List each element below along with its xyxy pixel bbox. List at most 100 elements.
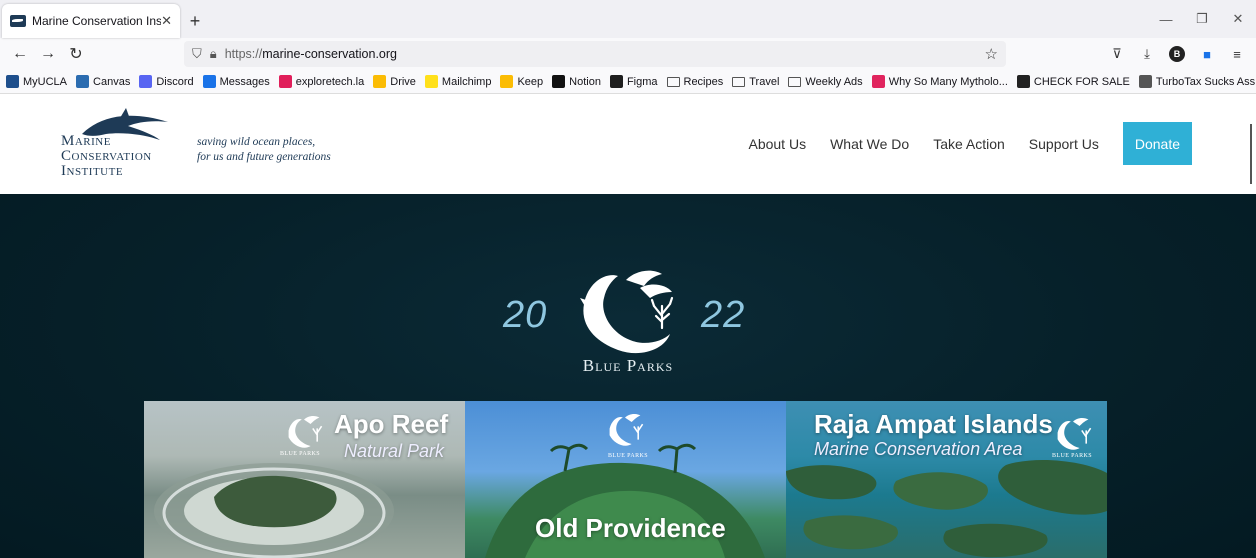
nav-take-action[interactable]: Take Action [933,136,1005,152]
nav-about-us[interactable]: About Us [748,136,806,152]
bookmark-favicon-icon [139,75,153,88]
main-nav: About Us What We Do Take Action Support … [724,122,1192,165]
bookmark-item[interactable]: Messages [202,75,270,88]
card-subtitle-raja-ampat: Marine Conservation Area [814,439,1023,459]
bookmark-favicon-icon [6,75,19,88]
pocket-icon[interactable]: ⊽ [1104,42,1130,66]
folder-icon [788,76,802,87]
back-icon[interactable]: ← [6,40,34,68]
bookmark-label: Travel [749,75,780,88]
bookmark-label: Messages [219,75,270,88]
url-protocol: https:// [224,47,263,61]
park-card-apo-reef[interactable]: BLUE PARKS Apo Reef Natural Park [144,401,465,558]
bookmark-label: MyUCLA [23,75,68,88]
tab-title: Marine Conservation Institute [32,14,162,28]
minimize-icon[interactable]: — [1148,0,1184,38]
url-domain: marine-conservation.org [262,47,398,61]
bookmark-item[interactable]: TurboTax Sucks Ass! [1138,75,1256,88]
scrollbar-thumb[interactable] [1250,124,1252,184]
blue-parks-caption: Blue Parks [582,356,674,375]
card-emblem-caption: BLUE PARKS [1052,453,1092,459]
logo-line-1: Marine [61,133,111,149]
bookmark-item[interactable]: Why So Many Mytholo... [871,75,1008,88]
window-controls: — ❐ ✕ [1148,0,1256,38]
bookmark-item[interactable]: Discord [139,75,194,88]
bookmark-favicon-icon [552,75,566,88]
card-title-old-providence: Old Providence [535,513,726,543]
bookmark-item[interactable]: MyUCLA [6,75,67,88]
menu-icon[interactable]: ≡ [1224,42,1250,66]
restore-icon[interactable]: ❐ [1184,0,1220,38]
year-right: 22 [701,294,746,336]
card-title-raja-ampat: Raja Ampat Islands [814,409,1053,439]
year-left: 20 [503,294,548,336]
browser-tab[interactable]: Marine Conservation Institute ✕ [2,4,180,38]
bookmark-label: Notion [569,75,601,88]
bookmark-favicon-icon [871,75,885,88]
bookmark-item[interactable]: CHECK FOR SALE [1016,75,1130,88]
bookmark-item[interactable]: Canvas [76,75,130,88]
bookmark-label: Canvas [93,75,131,88]
browser-tab-bar: Marine Conservation Institute ✕ + — ❐ ✕ [0,0,1256,38]
card-emblem-caption: BLUE PARKS [280,451,320,457]
bookmark-label: Discord [156,75,194,88]
folder-icon [732,76,746,87]
bookmark-favicon-icon [424,75,438,88]
nav-support-us[interactable]: Support Us [1029,136,1099,152]
bookmark-favicon-icon [1138,75,1152,88]
bookmark-star-icon[interactable]: ☆ [985,45,998,63]
bookmark-item[interactable]: Figma [609,75,658,88]
address-bar[interactable]: ⛉ 🔒︎ https://marine-conservation.org ☆ [184,41,1006,67]
forward-icon[interactable]: → [34,40,62,68]
bookmark-label: Why So Many Mytholo... [888,75,1008,88]
bookmark-item[interactable]: Keep [500,75,543,88]
bookmark-label: Keep [517,75,544,88]
reload-icon[interactable]: ↻ [62,40,90,68]
card-title-apo-reef: Apo Reef [334,409,449,439]
bookmarks-bar: MyUCLA Canvas Discord Messages exploretech.l… [0,70,1256,94]
close-window-icon[interactable]: ✕ [1220,0,1256,38]
bookmark-label: TurboTax Sucks Ass! [1155,75,1256,88]
bookmark-favicon-icon [278,75,292,88]
logo-line-3: Institute [61,163,124,179]
site-favicon-icon [10,15,26,27]
bookmark-item[interactable]: Notion [552,75,601,88]
downloads-icon[interactable]: ⤓ [1134,42,1160,66]
donate-button[interactable]: Donate [1122,122,1192,165]
card-subtitle-apo-reef: Natural Park [344,441,445,461]
park-card-raja-ampat[interactable]: Raja Ampat Islands Marine Conservation A… [786,401,1107,558]
park-card-old-providence[interactable]: BLUE PARKS Old Providence [465,401,786,558]
bookmark-favicon-icon [1016,75,1030,88]
extension-icon[interactable]: ■ [1194,42,1220,66]
new-tab-button[interactable]: + [180,4,210,38]
tagline-line-2: for us and future generations [197,151,331,163]
hero-section: 20 22 Blue Parks BLUE PARKS Apo Reef Nat… [0,194,1256,558]
bookmark-label: Weekly Ads [805,75,863,88]
bookmark-favicon-icon [500,75,514,88]
bookmark-label: Recipes [683,75,724,88]
bookmark-item[interactable]: Mailchimp [424,75,492,88]
bookmark-favicon-icon [202,75,216,88]
shield-icon[interactable]: ⛉ [192,46,202,62]
logo-line-2: Conservation [61,148,152,164]
logo-wordmark[interactable]: Marine Conservation Institute [61,134,152,179]
folder-icon [666,76,680,87]
bookmark-label: Figma [626,75,658,88]
bookmark-item[interactable]: exploretech.la [278,75,364,88]
blue-parks-emblem-icon [580,270,674,354]
card-emblem-icon [609,413,644,446]
bookmark-item[interactable]: Weekly Ads [788,75,863,88]
bookmark-item[interactable]: Drive [373,75,416,88]
close-tab-icon[interactable]: ✕ [161,13,172,29]
nav-what-we-do[interactable]: What We Do [830,136,909,152]
bookmark-item[interactable]: Travel [732,76,779,88]
bookmark-favicon-icon [609,75,623,88]
account-avatar-icon[interactable]: B [1169,46,1185,62]
bookmark-favicon-icon [76,75,90,88]
bookmark-label: CHECK FOR SALE [1033,75,1130,88]
bookmark-item[interactable]: Recipes [666,75,724,88]
bookmark-label: Mailchimp [441,75,492,88]
lock-icon[interactable]: 🔒︎ [210,46,217,62]
tagline-line-1: saving wild ocean places, [197,136,316,148]
blue-parks-cards: BLUE PARKS Apo Reef Natural Park BLUE PA… [144,401,1107,558]
